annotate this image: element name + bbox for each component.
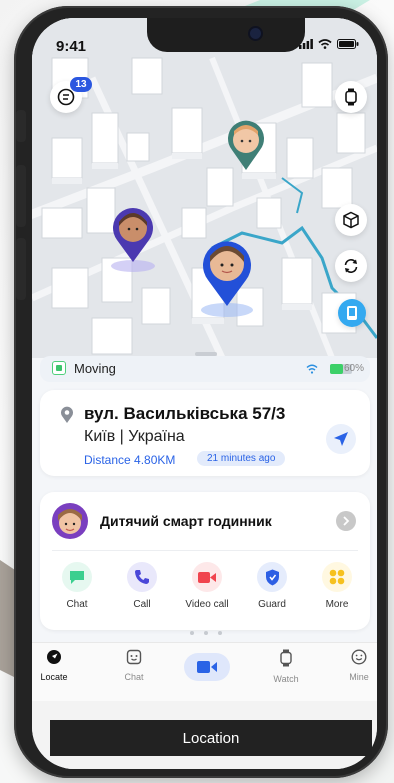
action-label: Video call: [185, 599, 229, 610]
refresh-icon: [344, 259, 358, 273]
mute-switch: [16, 110, 26, 142]
notch: [147, 18, 305, 52]
action-label: More: [325, 599, 349, 610]
cube-icon: [343, 211, 359, 229]
device-name: Дитячий смарт годинник: [100, 513, 272, 529]
child-avatar-image: [52, 503, 88, 539]
action-more[interactable]: More: [306, 562, 368, 610]
location-button[interactable]: Location: [50, 720, 372, 756]
action-label: Guard: [258, 599, 286, 610]
page-dot: [218, 631, 222, 635]
locate-icon: [47, 650, 61, 664]
video-camera-icon: [197, 661, 217, 673]
device-card: Дитячий смарт годинник Chat Call Video c…: [40, 492, 370, 630]
phone-icon: [127, 562, 157, 592]
volume-up-button: [16, 165, 26, 227]
member-pin-purple[interactable]: [108, 204, 158, 274]
distance-text: Distance 4.80KM: [84, 453, 176, 467]
moving-status-icon: [52, 361, 66, 375]
tab-label: Locate: [40, 672, 68, 682]
grid-icon: [322, 562, 352, 592]
navigation-arrow-icon: [334, 432, 348, 446]
tab-label: Mine: [349, 672, 369, 682]
time-ago-badge: 21 minutes ago: [197, 451, 286, 466]
status-bar-icons: [299, 39, 359, 49]
wifi-icon: [318, 39, 332, 49]
device-details-button[interactable]: [336, 511, 356, 531]
page-dot: [204, 631, 208, 635]
member-pin-blue[interactable]: [198, 236, 256, 318]
address-card[interactable]: вул. Васильківська 57/3 Київ | Україна D…: [40, 390, 370, 476]
location-panel: Moving 60% вул. Васильківська 57/3 Київ …: [32, 344, 377, 644]
chat-face-icon: [126, 649, 142, 665]
member-pin-teal[interactable]: [226, 120, 266, 172]
battery-percent: 60%: [343, 363, 364, 374]
tab-locate[interactable]: Locate: [32, 649, 84, 682]
refresh-button[interactable]: [335, 250, 367, 282]
device-status-button[interactable]: [338, 299, 366, 327]
address-city: Київ | Україна: [84, 428, 185, 445]
tab-mine[interactable]: Mine: [329, 649, 377, 682]
watch-device-button[interactable]: [335, 81, 367, 113]
messages-button[interactable]: 13: [50, 77, 92, 113]
action-guard[interactable]: Guard: [241, 562, 303, 610]
signal-icon: [299, 39, 313, 49]
wifi-status-icon: [306, 364, 318, 374]
tab-chat[interactable]: Chat: [104, 649, 164, 682]
action-call[interactable]: Call: [111, 562, 173, 610]
phone-screen: 9:41 13 Moving 60% вул. Васильківська 57…: [32, 18, 377, 769]
front-camera: [250, 28, 261, 39]
notification-badge: 13: [70, 77, 92, 92]
divider: [52, 550, 358, 551]
action-label: Call: [133, 599, 151, 610]
navigate-button[interactable]: [326, 424, 356, 454]
video-icon: [192, 562, 222, 592]
tab-video-call[interactable]: [184, 653, 230, 681]
volume-down-button: [16, 238, 26, 300]
shield-icon: [257, 562, 287, 592]
tab-label: Chat: [124, 672, 144, 682]
smile-icon: [351, 649, 367, 665]
movement-status-row: Moving 60%: [40, 356, 370, 382]
child-avatar: [52, 503, 88, 539]
location-pin-icon: [61, 406, 73, 423]
watch-icon: [345, 88, 357, 106]
action-label: Chat: [66, 599, 88, 610]
status-bar-time: 9:41: [56, 38, 87, 55]
watch-icon: [280, 649, 292, 667]
phone-device-icon: [347, 306, 357, 320]
action-chat[interactable]: Chat: [46, 562, 108, 610]
map-view[interactable]: 9:41 13: [32, 18, 377, 358]
chat-bubble-icon: [62, 562, 92, 592]
page-dot: [190, 631, 194, 635]
tab-watch[interactable]: Watch: [256, 649, 316, 684]
page-indicator: [190, 631, 222, 635]
address-street: вул. Васильківська 57/3: [84, 404, 286, 423]
battery-icon: [337, 39, 359, 49]
tab-label: Watch: [273, 674, 299, 684]
action-video-call[interactable]: Video call: [176, 562, 238, 610]
bottom-tab-bar: Locate Chat Watch Mine: [32, 642, 377, 701]
moving-status-label: Moving: [74, 361, 116, 376]
chevron-right-icon: [343, 516, 350, 526]
3d-view-button[interactable]: [335, 204, 367, 236]
